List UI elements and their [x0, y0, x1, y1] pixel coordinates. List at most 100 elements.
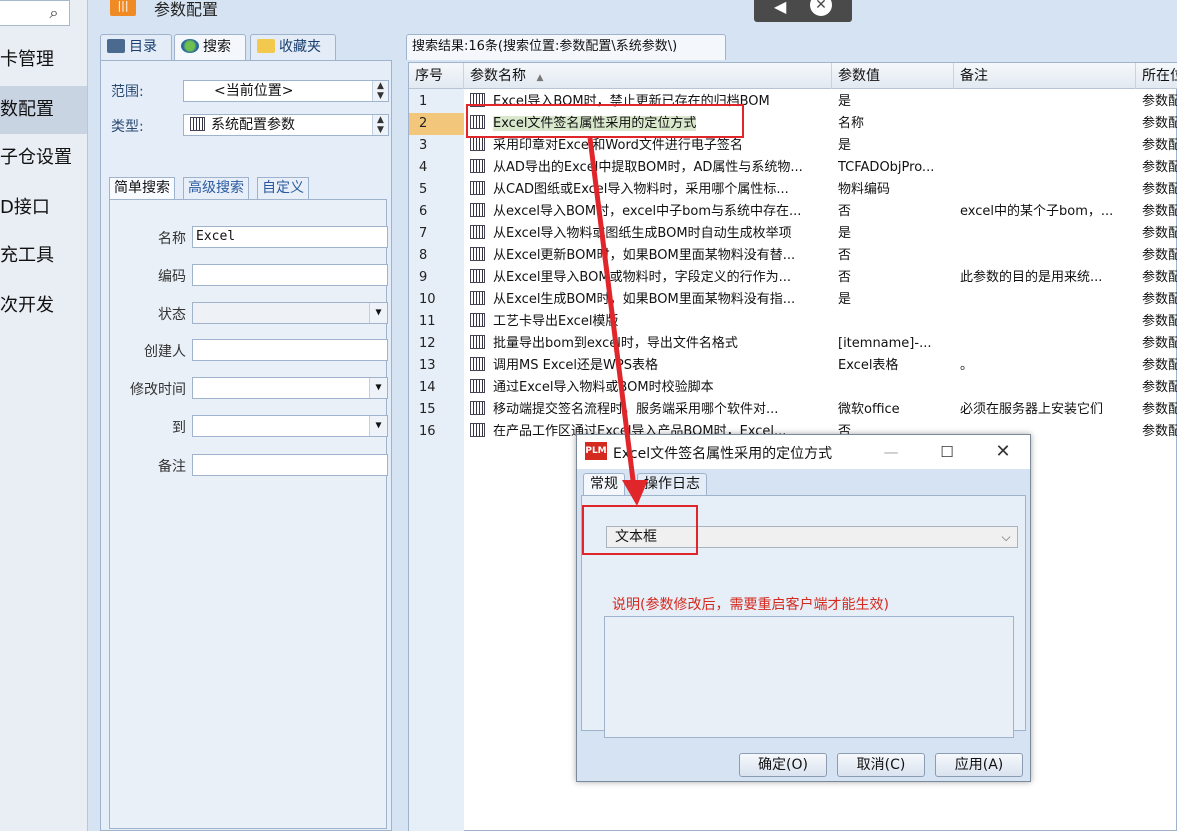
table-row[interactable]: 7 从Excel导入物料或图纸生成BOM时自动生成枚举项 是 参数配 — [409, 223, 1177, 245]
param-type-icon — [190, 117, 205, 131]
table-row[interactable]: 12 批量导出bom到excel时，导出文件名格式 [itemname]-... 参数… — [409, 333, 1177, 355]
ok-button[interactable]: 确定(O) — [739, 753, 827, 777]
cancel-button[interactable]: 取消(C) — [837, 753, 925, 777]
row-location: 参数配 — [1142, 424, 1177, 439]
table-row[interactable]: 8 从Excel更新BOM时，如果BOM里面某物料没有替... 否 参数配 — [409, 245, 1177, 267]
row-seq: 2 — [409, 113, 464, 135]
description-textarea[interactable] — [604, 616, 1014, 738]
nav-search-input[interactable]: ⌕ — [0, 0, 70, 26]
type-select[interactable]: 系统配置参数 ▲ ▼ — [183, 114, 389, 136]
spin-arrow-icon[interactable]: ▲ ▼ — [372, 81, 388, 101]
apply-button[interactable]: 应用(A) — [935, 753, 1023, 777]
row-param-name-text: 采用印章对Excel和Word文件进行电子签名 — [493, 138, 743, 153]
tab-custom[interactable]: 自定义 — [257, 177, 309, 199]
row-param-name: 通过Excel导入物料或BOM时校验脚本 — [464, 377, 830, 399]
row-param-name-text: 从Excel生成BOM时，如果BOM里面某物料没有指... — [493, 292, 796, 307]
row-seq: 8 — [419, 248, 428, 263]
param-type-icon — [470, 357, 485, 371]
minimize-icon[interactable]: — — [871, 439, 911, 465]
row-note — [960, 157, 1136, 179]
param-dialog: PLM Excel文件签名属性采用的定位方式 — ☐ ✕ 常规 操作日志 文本框… — [576, 434, 1031, 782]
status-select[interactable]: ▼ — [192, 302, 388, 324]
maximize-icon[interactable]: ☐ — [927, 439, 967, 465]
row-location: 参数配 — [1142, 270, 1177, 285]
search-result-tab[interactable]: 搜索结果:16条(搜索位置:参数配置\系统参数\) — [406, 34, 726, 60]
tab-directory[interactable]: 目录 — [100, 34, 172, 60]
row-seq: 9 — [419, 270, 428, 285]
row-param-name-text: 从Excel导入物料或图纸生成BOM时自动生成枚举项 — [493, 226, 792, 241]
modified-time-label: 修改时间 — [130, 382, 186, 398]
row-param-name: 从Excel生成BOM时，如果BOM里面某物料没有指... — [464, 289, 830, 311]
chevron-down-icon[interactable]: ▼ — [369, 303, 387, 323]
row-param-value: 否 — [838, 270, 852, 285]
param-type-icon — [470, 401, 485, 415]
name-label: 名称 — [158, 231, 186, 247]
creator-field[interactable] — [192, 339, 388, 361]
tab-operation-log[interactable]: 操作日志 — [637, 473, 707, 495]
code-label: 编码 — [158, 269, 186, 285]
table-row[interactable]: 6 从excel导入BOM时，excel中子bom与系统中存在... 否 excel中… — [409, 201, 1177, 223]
tab-favorites-label: 收藏夹 — [279, 39, 321, 55]
row-note — [960, 289, 1136, 311]
row-note — [960, 311, 1136, 333]
chevron-down-icon[interactable]: ▼ — [369, 416, 387, 436]
col-param-value[interactable]: 参数值 — [832, 63, 954, 89]
col-location[interactable]: 所在位置 — [1136, 63, 1177, 89]
col-seq[interactable]: 序号 — [409, 63, 464, 89]
tab-general[interactable]: 常规 — [583, 473, 625, 495]
row-param-value: 名称 — [838, 116, 865, 131]
annotation-highlight-row — [466, 104, 744, 138]
note-field[interactable] — [192, 454, 388, 476]
row-param-name: 从Excel导入物料或图纸生成BOM时自动生成枚举项 — [464, 223, 830, 245]
directory-icon — [107, 39, 125, 53]
close-icon[interactable]: ✕ — [983, 439, 1023, 465]
modified-time-picker[interactable]: ▼ — [192, 377, 388, 399]
row-location: 参数配 — [1142, 182, 1177, 197]
nav-item-d-interface[interactable]: D接口 — [0, 184, 87, 232]
creator-label: 创建人 — [144, 344, 186, 360]
spin-arrow-icon[interactable]: ▲ ▼ — [372, 115, 388, 135]
table-row[interactable]: 4 从AD导出的Excel中提取BOM时，AD属性与系统物... TCFADObjP… — [409, 157, 1177, 179]
table-row[interactable]: 11 工艺卡导出Excel模版 参数配 — [409, 311, 1177, 333]
nav-item-warehouse-settings[interactable]: 子仓设置 — [0, 134, 87, 182]
table-row[interactable]: 15 移动端提交签名流程时，服务端采用哪个软件对... 微软office 必须在服务器… — [409, 399, 1177, 421]
table-row[interactable]: 10 从Excel生成BOM时，如果BOM里面某物料没有指... 是 参数配 — [409, 289, 1177, 311]
close-circle-icon[interactable]: ✕ — [810, 0, 832, 16]
row-param-value: 是 — [838, 94, 852, 109]
table-row[interactable]: 9 从Excel里导入BOM或物料时，字段定义的行作为... 否 此参数的目的是用来统… — [409, 267, 1177, 289]
to-time-picker[interactable]: ▼ — [192, 415, 388, 437]
row-location: 参数配 — [1142, 292, 1177, 307]
row-location: 参数配 — [1142, 380, 1177, 395]
tab-simple-search[interactable]: 简单搜索 — [109, 177, 175, 199]
nav-item-card-management[interactable]: 卡管理 — [0, 36, 87, 84]
sort-asc-icon: ▲ — [536, 73, 544, 83]
scope-select[interactable]: <当前位置> ▲ ▼ — [183, 80, 389, 102]
nav-item-tools[interactable]: 充工具 — [0, 232, 87, 280]
description-label: 说明(参数修改后，需要重启客户端才能生效) — [612, 597, 889, 613]
tab-advanced-search[interactable]: 高级搜索 — [183, 177, 249, 199]
chevron-down-icon[interactable]: ⌵ — [997, 527, 1015, 547]
nav-item-dev[interactable]: 次开发 — [0, 282, 87, 330]
col-note[interactable]: 备注 — [954, 63, 1136, 89]
scope-label: 范围: — [111, 84, 144, 100]
row-note: 。 — [960, 358, 974, 373]
row-location: 参数配 — [1142, 226, 1177, 241]
nav-item-parameter-config[interactable]: 数配置 — [0, 86, 87, 134]
chevron-down-icon[interactable]: ▼ — [369, 378, 387, 398]
row-note — [960, 179, 1136, 201]
table-row[interactable]: 13 调用MS Excel还是WPS表格 Excel表格 。 参数配 — [409, 355, 1177, 377]
search-icon[interactable]: ⌕ — [40, 3, 68, 25]
col-param-name[interactable]: 参数名称 ▲ — [464, 63, 832, 89]
table-row[interactable]: 5 从CAD图纸或Excel导入物料时，采用哪个属性标... 物料编码 参数配 — [409, 179, 1177, 201]
back-arrow-icon[interactable]: ◀ — [774, 0, 786, 15]
row-note — [960, 245, 1136, 267]
tab-search[interactable]: 搜索 — [174, 34, 246, 60]
table-row[interactable]: 14 通过Excel导入物料或BOM时校验脚本 参数配 — [409, 377, 1177, 399]
tab-favorites[interactable]: 收藏夹 — [250, 34, 336, 60]
page-title: 参数配置 — [154, 0, 219, 19]
name-field[interactable]: Excel — [192, 226, 388, 248]
table-row[interactable]: 3 采用印章对Excel和Word文件进行电子签名 是 参数配 — [409, 135, 1177, 157]
row-note — [960, 377, 1136, 399]
code-field[interactable] — [192, 264, 388, 286]
row-seq: 6 — [419, 204, 428, 219]
